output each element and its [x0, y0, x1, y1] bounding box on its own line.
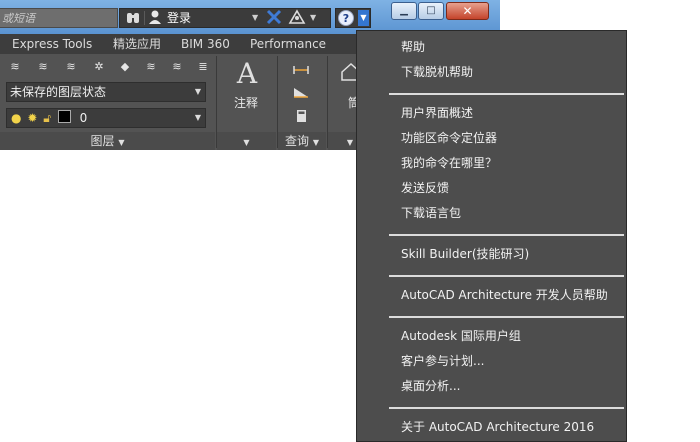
close-button[interactable]: ✕	[446, 2, 489, 20]
help-button-group[interactable]: ? ▼	[335, 8, 371, 28]
chevron-down-icon: ▼	[312, 138, 319, 147]
chevron-down-icon: ▼	[118, 138, 125, 147]
layers-panel-title[interactable]: 图层 ▼	[0, 132, 215, 150]
layer-color-swatch	[57, 110, 71, 123]
maximize-icon: □	[426, 5, 436, 16]
lightbulb-icon: ●	[11, 111, 22, 125]
menu-item-send-feedback[interactable]: 发送反馈	[401, 177, 449, 199]
layer-unisolate-icon[interactable]: ≋	[170, 60, 184, 74]
maximize-button[interactable]: □	[418, 2, 444, 20]
sign-in-button[interactable]: 登录	[167, 9, 191, 27]
infocenter-bar: 登录 ▼ ▼	[119, 8, 331, 28]
minimize-icon: ▁	[400, 5, 408, 16]
chevron-down-icon: ▼	[194, 87, 201, 96]
help-dropdown-arrow-icon[interactable]: ▼	[358, 10, 369, 26]
lock-icon: 🔓︎	[43, 111, 51, 125]
tab-performance[interactable]: Performance	[250, 34, 326, 54]
user-icon[interactable]	[148, 9, 162, 27]
layer-match-icon[interactable]: ≋	[36, 60, 50, 74]
menu-separator	[389, 275, 624, 277]
layer-name-value: 0	[79, 111, 88, 125]
menu-item-ui-overview[interactable]: 用户界面概述	[401, 102, 473, 124]
menu-item-skill-builder[interactable]: Skill Builder(技能研习)	[401, 243, 529, 265]
close-icon: ✕	[462, 4, 473, 18]
chevron-down-icon: ▼	[194, 113, 201, 122]
menu-separator	[389, 407, 624, 409]
menu-item-desktop-analytics[interactable]: 桌面分析...	[401, 375, 460, 397]
layer-state-value: 未保存的图层状态	[10, 85, 107, 99]
help-icon[interactable]: ?	[338, 10, 354, 26]
search-input[interactable]: 或短语	[0, 8, 118, 28]
sun-icon: ✹	[27, 111, 38, 125]
help-dropdown-menu: 帮助 下载脱机帮助 用户界面概述 功能区命令定位器 我的命令在哪里？ 发送反馈 …	[356, 30, 627, 442]
menu-item-download-language-pack[interactable]: 下载语言包	[401, 202, 461, 224]
query-panel-title[interactable]: 查询 ▼	[278, 132, 326, 150]
layer-freeze-icon[interactable]: ◆	[118, 60, 132, 74]
chevron-down-icon: ▼	[243, 138, 250, 147]
menu-item-ribbon-command-locator[interactable]: 功能区命令定位器	[401, 127, 497, 149]
minimize-button[interactable]: ▁	[391, 2, 417, 20]
layer-stack-icon[interactable]: ≣	[196, 60, 210, 74]
annotate-text-icon[interactable]: A	[234, 58, 260, 90]
chevron-down-icon: ▼	[346, 138, 354, 147]
tab-bim-360[interactable]: BIM 360	[181, 34, 230, 54]
layer-isolate-icon[interactable]: ✲	[92, 60, 106, 74]
ribbon-panels: ≋ ≋ ≋ ✲ ◆ ≋ ≋ ≣ 未保存的图层状态 ▼ ● ✹ 🔓︎ 0 ▼ 图层…	[0, 54, 372, 150]
area-icon[interactable]	[293, 86, 309, 98]
menu-separator	[389, 316, 624, 318]
menu-item-developer-help[interactable]: AutoCAD Architecture 开发人员帮助	[401, 284, 608, 306]
menu-item-where-is-my-command[interactable]: 我的命令在哪里？	[401, 152, 497, 174]
layers-panel-label: 图层	[90, 134, 115, 148]
ribbon-tab-bar: Express Tools 精选应用 BIM 360 Performance	[0, 34, 372, 54]
sign-in-dropdown-icon[interactable]: ▼	[252, 9, 258, 27]
query-panel-label: 查询	[285, 134, 310, 148]
tab-featured-apps[interactable]: 精选应用	[113, 34, 161, 54]
calculator-icon[interactable]	[293, 110, 309, 122]
menu-item-help[interactable]: 帮助	[401, 36, 425, 58]
layer-previous-icon[interactable]: ≋	[64, 60, 78, 74]
layer-properties-icon[interactable]: ≋	[8, 60, 22, 74]
menu-item-user-group[interactable]: Autodesk 国际用户组	[401, 325, 521, 347]
menu-item-customer-program[interactable]: 客户参与计划...	[401, 350, 484, 372]
layer-off-icon[interactable]: ≋	[144, 60, 158, 74]
distance-icon[interactable]	[293, 64, 309, 76]
binoculars-icon[interactable]	[125, 9, 141, 27]
layer-dropdown[interactable]: ● ✹ 🔓︎ 0 ▼	[6, 108, 206, 128]
menu-separator	[389, 93, 624, 95]
menu-item-about[interactable]: 关于 AutoCAD Architecture 2016	[401, 416, 594, 438]
a360-icon[interactable]	[288, 9, 306, 27]
layer-state-dropdown[interactable]: 未保存的图层状态 ▼	[6, 82, 206, 102]
menu-separator	[389, 234, 624, 236]
tab-express-tools[interactable]: Express Tools	[12, 34, 92, 54]
menu-item-download-offline-help[interactable]: 下载脱机帮助	[401, 61, 473, 83]
title-bar: 或短语 登录 ▼ ▼ ? ▼ ▁ □ ✕	[0, 0, 500, 34]
annotate-panel-expand[interactable]: ▼	[217, 132, 276, 150]
a360-dropdown-icon[interactable]: ▼	[310, 9, 316, 27]
exchange-x-icon[interactable]	[266, 9, 282, 27]
separator	[144, 11, 145, 25]
annotate-label[interactable]: 注释	[234, 94, 258, 111]
